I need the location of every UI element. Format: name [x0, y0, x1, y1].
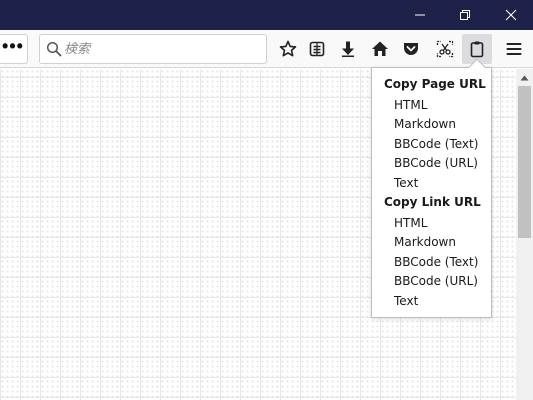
link-url-bbcode-url-item[interactable]: BBCode (URL): [372, 272, 491, 292]
screenshot-icon: [436, 40, 454, 58]
page-actions-button[interactable]: •••: [0, 34, 28, 64]
page-url-text-item[interactable]: Text: [372, 174, 491, 194]
star-icon: [279, 40, 297, 57]
close-button[interactable]: [488, 0, 533, 30]
scroll-up-button[interactable]: [516, 69, 533, 86]
search-icon: [46, 41, 62, 57]
minimize-button[interactable]: [397, 0, 443, 30]
search-input[interactable]: [64, 38, 262, 60]
minimize-icon: [415, 14, 425, 16]
screenshot-button[interactable]: [430, 34, 460, 64]
clipboard-icon: [470, 41, 484, 58]
hamburger-menu-icon: [506, 43, 522, 55]
home-icon: [372, 41, 388, 56]
pocket-icon: [404, 43, 418, 55]
group-title-copy-page-url: Copy Page URL: [384, 77, 486, 91]
chevron-up-icon: [520, 75, 529, 80]
pocket-button[interactable]: [396, 34, 426, 64]
copy-url-popup: Copy Page URL HTML Markdown BBCode (Text…: [371, 67, 492, 318]
bookmark-star-button[interactable]: [273, 34, 303, 64]
page-url-markdown-item[interactable]: Markdown: [372, 115, 491, 135]
title-bar: [0, 0, 533, 30]
link-url-bbcode-text-item[interactable]: BBCode (Text): [372, 253, 491, 273]
downloads-button[interactable]: [333, 34, 363, 64]
restore-icon: [460, 10, 470, 20]
link-url-markdown-item[interactable]: Markdown: [372, 233, 491, 253]
vertical-scrollbar[interactable]: [516, 69, 533, 400]
link-url-html-item[interactable]: HTML: [372, 214, 491, 234]
overflow-dots: •••: [2, 36, 24, 56]
download-icon: [342, 41, 354, 57]
page-url-bbcode-text-item[interactable]: BBCode (Text): [372, 135, 491, 155]
library-button[interactable]: [302, 34, 332, 64]
search-box[interactable]: [39, 34, 267, 64]
app-menu-button[interactable]: [499, 34, 529, 64]
page-url-html-item[interactable]: HTML: [372, 96, 491, 116]
link-url-text-item[interactable]: Text: [372, 292, 491, 312]
group-title-copy-link-url: Copy Link URL: [384, 195, 481, 209]
reader-list-icon: [309, 41, 325, 57]
home-button[interactable]: [365, 34, 395, 64]
restore-button[interactable]: [442, 0, 488, 30]
page-url-bbcode-url-item[interactable]: BBCode (URL): [372, 154, 491, 174]
close-icon: [505, 9, 517, 21]
scrollbar-thumb[interactable]: [518, 86, 531, 238]
navigation-toolbar: •••: [0, 30, 533, 68]
